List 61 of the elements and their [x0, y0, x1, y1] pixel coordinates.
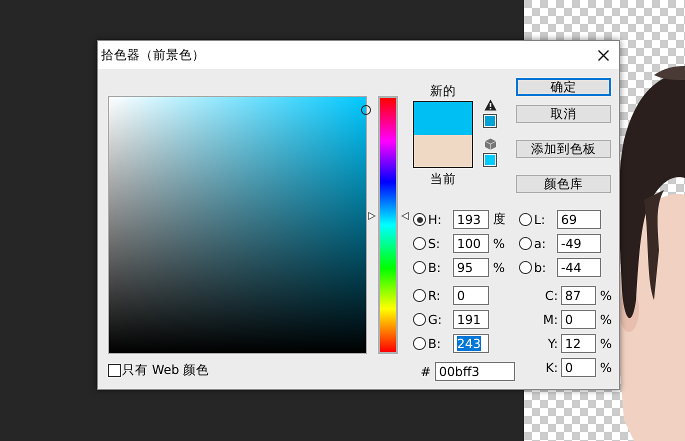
input-field[interactable]: -44	[557, 258, 601, 277]
warning-icon[interactable]	[484, 99, 496, 111]
field-label: R:	[428, 288, 442, 303]
field-label: G:	[428, 312, 443, 327]
input-field[interactable]: -49	[557, 234, 601, 253]
radio-button[interactable]	[413, 213, 426, 226]
checkbox-label: 只有 Web 颜色	[122, 362, 210, 379]
radio-button[interactable]	[519, 237, 532, 250]
radio-button[interactable]	[413, 237, 426, 250]
field-label: C:	[544, 288, 558, 303]
field-label: S:	[428, 236, 442, 251]
preview-label: 当前	[430, 171, 456, 187]
cube-icon[interactable]	[484, 138, 496, 150]
checkbox[interactable]	[108, 364, 121, 377]
hue-slider[interactable]	[368, 96, 408, 354]
dialog-button[interactable]: 添加到色板	[516, 140, 611, 158]
unit-label: %	[600, 312, 612, 327]
radio-button[interactable]	[413, 289, 426, 302]
unit-label: %	[493, 260, 505, 275]
unit-label: %	[600, 360, 612, 375]
close-icon[interactable]	[598, 50, 609, 60]
dialog-button[interactable]: 确定	[516, 78, 611, 96]
alert-swatch[interactable]	[483, 153, 497, 167]
color-marker[interactable]	[361, 104, 371, 115]
radio-button[interactable]	[519, 213, 532, 226]
input-field[interactable]: 0	[561, 358, 596, 377]
radio-button[interactable]	[413, 261, 426, 274]
field-label: H:	[428, 212, 443, 227]
dialog-button[interactable]: 颜色库	[516, 175, 611, 193]
field-label: a:	[534, 236, 547, 251]
field-label: b:	[534, 260, 548, 275]
input-field[interactable]: 243	[453, 334, 489, 353]
field-label: B:	[428, 260, 442, 275]
unit-label: %	[493, 236, 505, 251]
window-title: 拾色器（前景色）	[101, 46, 205, 64]
input-field[interactable]: 100	[453, 234, 489, 253]
field-label: Y:	[546, 336, 558, 351]
preview-label: 新的	[430, 83, 456, 99]
radio-button[interactable]	[413, 337, 426, 350]
field-label: K:	[544, 360, 558, 375]
field-label: L:	[534, 212, 546, 227]
field-label: B:	[428, 336, 442, 351]
radio-button[interactable]	[519, 261, 532, 274]
dialog-button[interactable]: 取消	[516, 105, 611, 123]
hex-field[interactable]: 00bff3	[435, 362, 515, 381]
unit-label: %	[600, 336, 612, 351]
input-field[interactable]: 87	[561, 286, 596, 305]
input-field[interactable]: 95	[453, 258, 489, 277]
field-label: #	[420, 364, 431, 379]
input-field[interactable]: 0	[561, 310, 596, 329]
unit-label: 度	[493, 211, 506, 228]
slider-handle[interactable]	[401, 212, 409, 220]
input-field[interactable]: 69	[557, 210, 601, 229]
radio-button[interactable]	[413, 313, 426, 326]
field-label: M:	[542, 312, 558, 327]
alert-swatch[interactable]	[483, 114, 497, 128]
input-field[interactable]: 12	[561, 334, 596, 353]
input-field[interactable]: 0	[453, 286, 489, 305]
input-field[interactable]: 193	[453, 210, 489, 229]
unit-label: %	[600, 288, 612, 303]
input-field[interactable]: 191	[453, 310, 489, 329]
